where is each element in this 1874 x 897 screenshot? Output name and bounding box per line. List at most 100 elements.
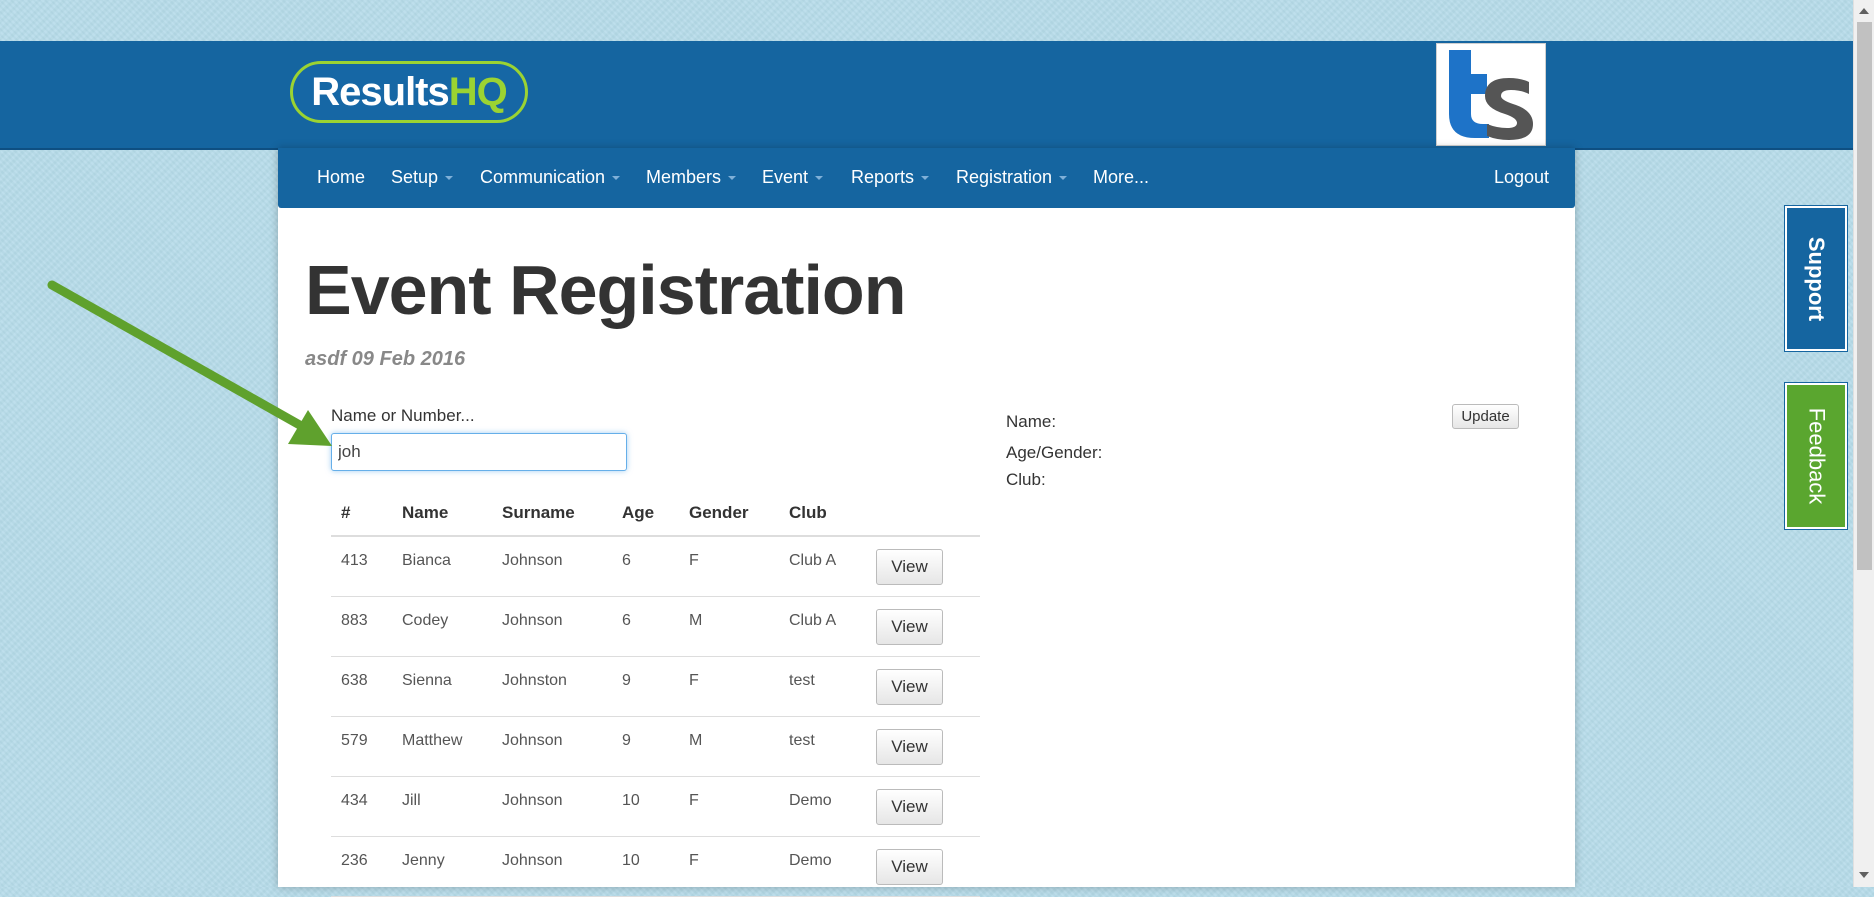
cell-number: 434 bbox=[331, 776, 392, 837]
cell-name: Jill bbox=[392, 776, 492, 837]
chevron-down-icon bbox=[921, 176, 930, 181]
support-tab-label: Support bbox=[1804, 236, 1830, 321]
view-button[interactable]: View bbox=[876, 728, 943, 765]
chevron-down-icon bbox=[1059, 176, 1068, 181]
column-header-surname: Surname bbox=[492, 490, 612, 537]
cell-gender: M bbox=[679, 596, 779, 657]
nav-home[interactable]: Home bbox=[317, 167, 365, 188]
cell-gender: F bbox=[679, 536, 779, 597]
cell-number: 883 bbox=[331, 596, 392, 657]
cell-surname: Johnson bbox=[492, 776, 612, 837]
column-header-age: Age bbox=[612, 490, 679, 537]
main-nav: Home Setup Communication Members Event R… bbox=[278, 148, 1575, 208]
chevron-down-icon bbox=[728, 176, 737, 181]
nav-reports[interactable]: Reports bbox=[851, 167, 930, 188]
cell-surname: Johnson bbox=[492, 596, 612, 657]
view-button[interactable]: View bbox=[876, 608, 943, 645]
page-subtitle: asdf 09 Feb 2016 bbox=[305, 348, 466, 370]
cell-name: Codey bbox=[392, 596, 492, 657]
search-input[interactable] bbox=[331, 433, 627, 471]
cell-club: Demo bbox=[779, 776, 866, 837]
nav-event-label: Event bbox=[762, 167, 809, 187]
nav-registration[interactable]: Registration bbox=[956, 167, 1068, 188]
cell-club: test bbox=[779, 716, 866, 777]
cell-name: Bianca bbox=[392, 536, 492, 597]
nav-setup-label: Setup bbox=[391, 167, 439, 187]
table-row: 236 Jenny Johnson 10 F Demo View bbox=[331, 836, 980, 897]
nav-registration-label: Registration bbox=[956, 167, 1053, 187]
cell-age: 6 bbox=[612, 596, 679, 657]
results-table: # Name Surname Age Gender Club 413 Bianc… bbox=[331, 490, 980, 897]
logo-text-accent: HQ bbox=[448, 69, 508, 114]
table-row: 883 Codey Johnson 6 M Club A View bbox=[331, 596, 980, 657]
nav-event[interactable]: Event bbox=[762, 167, 824, 188]
cell-club: test bbox=[779, 656, 866, 717]
cell-club: Club A bbox=[779, 596, 866, 657]
nav-communication[interactable]: Communication bbox=[480, 167, 621, 188]
support-tab[interactable]: Support bbox=[1784, 205, 1848, 352]
nav-more[interactable]: More... bbox=[1093, 167, 1149, 188]
update-button[interactable]: Update bbox=[1452, 404, 1519, 429]
cell-age: 9 bbox=[612, 656, 679, 717]
ts-logo bbox=[1436, 43, 1546, 146]
logo-text-main: Results bbox=[311, 69, 449, 114]
view-button[interactable]: View bbox=[876, 549, 943, 585]
view-button[interactable]: View bbox=[876, 788, 943, 825]
column-header-gender: Gender bbox=[679, 490, 779, 537]
site-header: Results HQ bbox=[0, 41, 1853, 150]
cell-number: 413 bbox=[331, 536, 392, 597]
chevron-down-icon bbox=[612, 176, 621, 181]
cell-surname: Johnson bbox=[492, 716, 612, 777]
cell-gender: M bbox=[679, 716, 779, 777]
feedback-tab-label: Feedback bbox=[1804, 407, 1829, 505]
cell-age: 10 bbox=[612, 776, 679, 837]
nav-setup[interactable]: Setup bbox=[391, 167, 454, 188]
cell-number: 579 bbox=[331, 716, 392, 777]
resultshq-logo[interactable]: Results HQ bbox=[290, 61, 528, 123]
cell-age: 9 bbox=[612, 716, 679, 777]
table-row: 638 Sienna Johnston 9 F test View bbox=[331, 656, 980, 717]
nav-members[interactable]: Members bbox=[646, 167, 737, 188]
table-row: 413 Bianca Johnson 6 F Club A View bbox=[331, 536, 980, 597]
column-header-club: Club bbox=[779, 490, 866, 537]
cell-surname: Johnson bbox=[492, 536, 612, 597]
cell-action: View bbox=[866, 776, 980, 837]
scroll-up-icon[interactable] bbox=[1859, 8, 1869, 14]
detail-name-label: Name: bbox=[1006, 412, 1057, 431]
view-button[interactable]: View bbox=[876, 668, 943, 705]
cell-gender: F bbox=[679, 836, 779, 897]
cell-action: View bbox=[866, 836, 980, 897]
cell-gender: F bbox=[679, 776, 779, 837]
view-button[interactable]: View bbox=[876, 848, 943, 885]
table-row: 434 Jill Johnson 10 F Demo View bbox=[331, 776, 980, 837]
cell-name: Jenny bbox=[392, 836, 492, 897]
search-label: Name or Number... bbox=[331, 406, 475, 425]
cell-club: Demo bbox=[779, 836, 866, 897]
column-header-name: Name bbox=[392, 490, 492, 537]
scroll-down-icon[interactable] bbox=[1859, 872, 1869, 878]
column-header-number: # bbox=[331, 490, 392, 537]
feedback-tab[interactable]: Feedback bbox=[1784, 382, 1848, 530]
column-header-action bbox=[866, 490, 980, 537]
cell-name: Sienna bbox=[392, 656, 492, 717]
cell-club: Club A bbox=[779, 536, 866, 597]
cell-age: 10 bbox=[612, 836, 679, 897]
nav-communication-label: Communication bbox=[480, 167, 606, 187]
cell-action: View bbox=[866, 596, 980, 657]
cell-number: 236 bbox=[331, 836, 392, 897]
page-title: Event Registration bbox=[305, 251, 906, 329]
detail-club-label: Club: bbox=[1006, 470, 1046, 489]
cell-action: View bbox=[866, 536, 980, 597]
cell-surname: Johnson bbox=[492, 836, 612, 897]
main-card: Home Setup Communication Members Event R… bbox=[278, 148, 1575, 897]
cell-surname: Johnston bbox=[492, 656, 612, 717]
scroll-thumb[interactable] bbox=[1857, 22, 1872, 570]
cell-gender: F bbox=[679, 656, 779, 717]
table-header-row: # Name Surname Age Gender Club bbox=[331, 490, 980, 537]
cell-number: 638 bbox=[331, 656, 392, 717]
ts-logo-graphic bbox=[1449, 50, 1533, 140]
chevron-down-icon bbox=[815, 176, 824, 181]
nav-logout[interactable]: Logout bbox=[1494, 167, 1549, 188]
cell-action: View bbox=[866, 656, 980, 717]
vertical-scrollbar[interactable] bbox=[1853, 0, 1874, 887]
